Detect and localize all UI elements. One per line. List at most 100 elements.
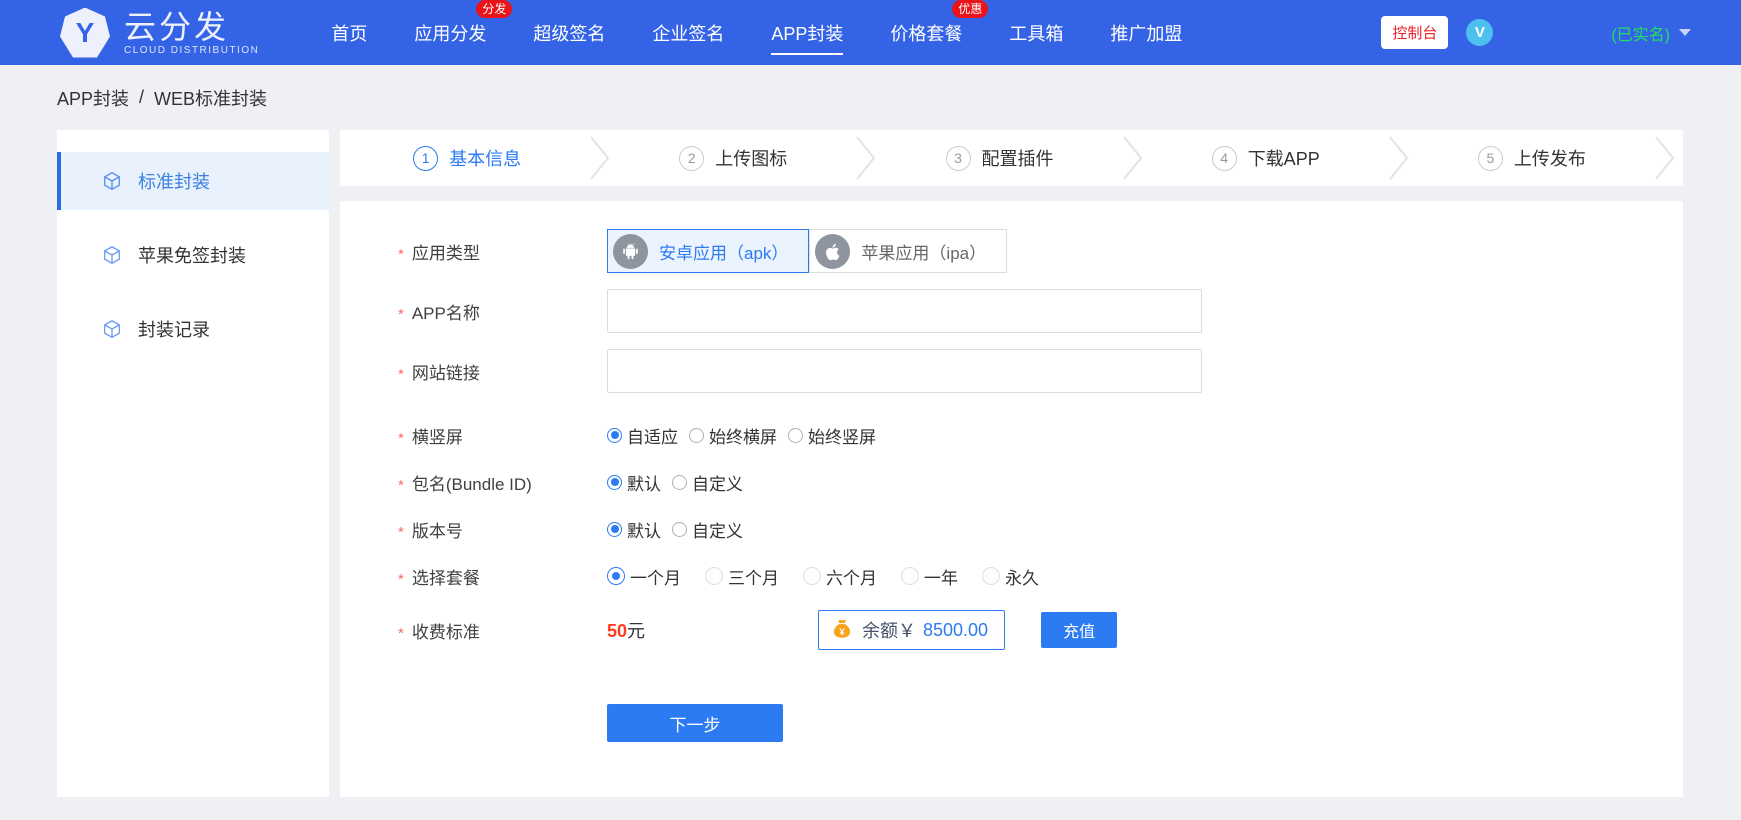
- brand-logo[interactable]: Y 云分发 CLOUD DISTRIBUTION: [60, 8, 259, 58]
- orientation-radio-adaptive[interactable]: 自适应: [607, 423, 678, 448]
- price-value: 50元: [607, 617, 818, 643]
- step-configure-plugins[interactable]: 3 配置插件: [878, 145, 1120, 171]
- sidebar-item-standard-packaging[interactable]: 标准封装: [57, 152, 329, 210]
- radio-selected-icon: [607, 475, 622, 490]
- account-status-label: (已实名): [1611, 21, 1670, 45]
- basic-info-form: * 应用类型 安卓应用（apk） 苹果应用（ipa）: [340, 201, 1683, 797]
- step-basic-info[interactable]: 1 基本信息: [346, 145, 588, 171]
- plan-radio-one-year[interactable]: 一年: [901, 564, 958, 589]
- main-nav: 首页 应用分发分发 超级签名 企业签名 APP封装 价格套餐优惠 工具箱 推广加…: [331, 14, 1182, 52]
- radio-icon: [803, 567, 821, 585]
- form-row-bundle-id: * 包名(Bundle ID) 默认 自定义: [340, 469, 1683, 495]
- plan-radio-three-months[interactable]: 三个月: [705, 564, 779, 589]
- brand-logo-icon: Y: [60, 8, 110, 58]
- step-number: 2: [679, 146, 704, 171]
- nav-item-home[interactable]: 首页: [331, 14, 367, 52]
- nav-item-app-distribution[interactable]: 应用分发分发: [414, 14, 486, 52]
- sidebar-item-label: 苹果免签封装: [138, 242, 246, 268]
- radio-icon: [689, 428, 704, 443]
- main-content: 1 基本信息 2 上传图标 3 配置插件 4 下载APP 5 上传发布 *: [340, 130, 1683, 797]
- next-step-button[interactable]: 下一步: [607, 704, 783, 742]
- required-asterisk: *: [398, 366, 404, 383]
- step-download-app[interactable]: 4 下载APP: [1145, 145, 1387, 171]
- radio-selected-icon: [607, 567, 625, 585]
- breadcrumb-separator: /: [139, 87, 144, 108]
- step-chevron-icon: [1121, 134, 1145, 182]
- top-navbar: Y 云分发 CLOUD DISTRIBUTION 首页 应用分发分发 超级签名 …: [0, 0, 1741, 65]
- sidebar: 标准封装 苹果免签封装 封装记录: [57, 130, 329, 797]
- brand-subtitle: CLOUD DISTRIBUTION: [124, 45, 259, 56]
- app-name-input[interactable]: [607, 289, 1202, 333]
- form-row-site-url: * 网站链接: [340, 349, 1683, 393]
- android-icon: [613, 234, 648, 269]
- breadcrumb: APP封装 / WEB标准封装: [0, 65, 1741, 130]
- bundle-id-radio-custom[interactable]: 自定义: [672, 470, 743, 495]
- radio-icon: [672, 475, 687, 490]
- required-asterisk: *: [398, 306, 404, 323]
- discount-badge: 优惠: [952, 0, 988, 18]
- plan-radio-one-month[interactable]: 一个月: [607, 564, 681, 589]
- field-label: * 横竖屏: [398, 423, 607, 448]
- cube-icon: [101, 244, 123, 266]
- radio-icon: [705, 567, 723, 585]
- radio-icon: [672, 522, 687, 537]
- console-button[interactable]: 控制台: [1381, 16, 1448, 49]
- avatar-letter: V: [1475, 24, 1485, 41]
- nav-item-pricing[interactable]: 价格套餐优惠: [890, 14, 962, 52]
- plan-radio-six-months[interactable]: 六个月: [803, 564, 877, 589]
- plan-radio-forever[interactable]: 永久: [982, 564, 1039, 589]
- nav-item-enterprise-signature[interactable]: 企业签名: [652, 14, 724, 52]
- step-upload-icon[interactable]: 2 上传图标: [612, 145, 854, 171]
- avatar[interactable]: V: [1466, 19, 1493, 46]
- recharge-button[interactable]: 充值: [1041, 612, 1117, 648]
- app-type-ios-label: 苹果应用（ipa）: [861, 239, 986, 264]
- sidebar-item-label: 封装记录: [138, 316, 210, 342]
- form-row-orientation: * 横竖屏 自适应 始终横屏 始终竖屏: [340, 422, 1683, 448]
- radio-icon: [982, 567, 1000, 585]
- step-label: 上传图标: [715, 145, 787, 171]
- required-asterisk: *: [398, 246, 404, 263]
- app-type-android-button[interactable]: 安卓应用（apk）: [607, 229, 809, 273]
- distribution-badge: 分发: [476, 0, 512, 18]
- breadcrumb-section[interactable]: APP封装: [57, 85, 129, 111]
- form-row-plan: * 选择套餐 一个月 三个月 六个月 一年: [340, 563, 1683, 589]
- bundle-id-radio-default[interactable]: 默认: [607, 470, 661, 495]
- app-type-ios-button[interactable]: 苹果应用（ipa）: [809, 229, 1007, 273]
- field-label: * 应用类型: [398, 239, 607, 264]
- step-label: 基本信息: [449, 145, 521, 171]
- radio-selected-icon: [607, 428, 622, 443]
- step-chevron-icon: [1653, 134, 1677, 182]
- step-label: 配置插件: [982, 145, 1054, 171]
- version-radio-custom[interactable]: 自定义: [672, 517, 743, 542]
- brand-name: 云分发: [124, 10, 259, 44]
- logo-letter: Y: [76, 17, 95, 49]
- radio-icon: [901, 567, 919, 585]
- field-label: * 版本号: [398, 517, 607, 542]
- cube-icon: [101, 170, 123, 192]
- steps-wizard: 1 基本信息 2 上传图标 3 配置插件 4 下载APP 5 上传发布: [340, 130, 1683, 186]
- step-chevron-icon: [854, 134, 878, 182]
- balance-box: ¥ 余额￥8500.00: [818, 610, 1005, 650]
- orientation-radio-always-landscape[interactable]: 始终横屏: [689, 423, 777, 448]
- version-radio-default[interactable]: 默认: [607, 517, 661, 542]
- sidebar-item-packaging-records[interactable]: 封装记录: [57, 300, 329, 358]
- nav-item-toolbox[interactable]: 工具箱: [1009, 14, 1063, 52]
- cube-icon: [101, 318, 123, 340]
- required-asterisk: *: [398, 524, 404, 541]
- orientation-radio-always-portrait[interactable]: 始终竖屏: [788, 423, 876, 448]
- step-label: 上传发布: [1514, 145, 1586, 171]
- nav-item-app-packaging[interactable]: APP封装: [771, 14, 843, 52]
- step-number: 4: [1212, 146, 1237, 171]
- field-label: * 网站链接: [398, 359, 607, 384]
- form-row-price: * 收费标准 50元 ¥ 余额￥8500.00 充值: [340, 610, 1683, 650]
- navbar-right: 控制台 V (已实名): [1381, 16, 1691, 49]
- nav-item-super-signature[interactable]: 超级签名: [533, 14, 605, 52]
- chevron-down-icon: [1679, 29, 1691, 36]
- radio-selected-icon: [607, 522, 622, 537]
- site-url-input[interactable]: [607, 349, 1202, 393]
- nav-item-affiliate[interactable]: 推广加盟: [1110, 14, 1182, 52]
- step-upload-publish[interactable]: 5 上传发布: [1411, 145, 1653, 171]
- account-status-dropdown[interactable]: (已实名): [1611, 21, 1691, 45]
- sidebar-item-apple-nosign-packaging[interactable]: 苹果免签封装: [57, 226, 329, 284]
- app-type-android-label: 安卓应用（apk）: [659, 239, 788, 264]
